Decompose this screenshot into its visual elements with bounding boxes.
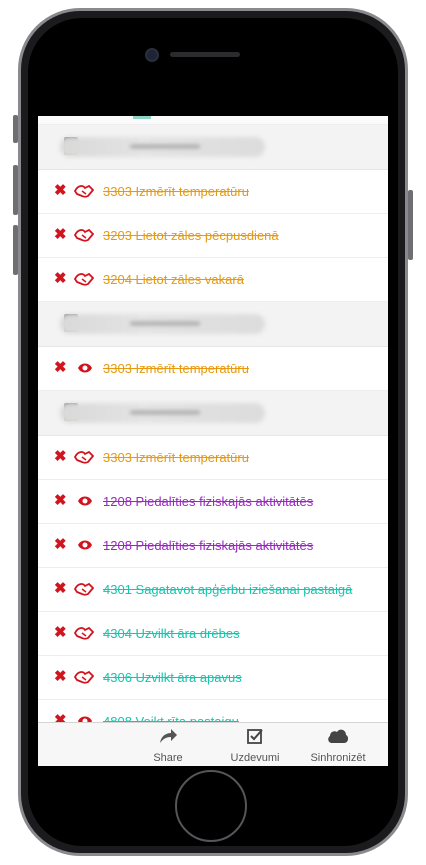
phone-volume-down — [13, 225, 18, 275]
handshake-icon — [74, 626, 94, 640]
task-label: 3203 Lietot zāles pēcpusdienā — [103, 228, 279, 243]
checkbox-icon — [247, 729, 263, 744]
eye-icon — [78, 496, 92, 506]
front-camera — [145, 48, 159, 62]
task-row[interactable]: ✖ 3203 Lietot zāles pēcpusdienā — [38, 214, 388, 258]
phone-side-button — [13, 115, 18, 143]
task-label: 4304 Uzvilkt āra drēbes — [103, 626, 240, 641]
handshake-icon — [74, 184, 94, 198]
group-header[interactable] — [38, 302, 388, 347]
delete-icon[interactable]: ✖ — [54, 182, 67, 200]
delete-icon[interactable]: ✖ — [54, 492, 67, 510]
task-label: 3303 Izmērīt temperatūru — [103, 450, 249, 465]
task-row[interactable]: ✖ 1208 Piedalīties fiziskajās aktivitātē… — [38, 480, 388, 524]
task-label: 1208 Piedalīties fiziskajās aktivitātēs — [103, 494, 314, 509]
cloud-icon — [328, 729, 349, 743]
delete-icon[interactable]: ✖ — [54, 624, 67, 642]
handshake-icon — [74, 450, 94, 464]
delete-icon[interactable]: ✖ — [54, 580, 67, 598]
tasks-tab[interactable]: Uzdevumi — [210, 727, 300, 764]
task-row[interactable]: ✖ 1208 Piedalīties fiziskajās aktivitātē… — [38, 524, 388, 568]
delete-icon[interactable]: ✖ — [54, 226, 67, 244]
eye-icon — [78, 363, 92, 373]
blurred-name — [60, 403, 265, 423]
blurred-name — [60, 314, 265, 334]
task-row[interactable]: ✖ 3303 Izmērīt temperatūru — [38, 170, 388, 214]
home-button[interactable] — [175, 770, 247, 842]
task-label: 3303 Izmērīt temperatūru — [103, 184, 249, 199]
task-row[interactable]: ✖ 3303 Izmērīt temperatūru — [38, 347, 388, 391]
list-item — [38, 116, 388, 125]
handshake-icon — [74, 670, 94, 684]
task-row[interactable]: ✖ 3204 Lietot zāles vakarā — [38, 258, 388, 302]
blurred-name — [60, 137, 265, 157]
task-label: 4306 Uzvilkt āra apavus — [103, 670, 242, 685]
delete-icon[interactable]: ✖ — [54, 536, 67, 554]
share-tab[interactable]: Share — [123, 727, 213, 764]
share-tab-label: Share — [153, 752, 183, 764]
phone-power-button — [408, 190, 413, 260]
group-header[interactable] — [38, 391, 388, 436]
tasks-tab-label: Uzdevumi — [230, 752, 280, 764]
sync-tab-label: Sinhronizēt — [310, 752, 366, 764]
handshake-icon — [74, 228, 94, 242]
task-list[interactable]: ✖ 3303 Izmērīt temperatūru ✖ 3203 Lietot… — [38, 116, 388, 744]
delete-icon[interactable]: ✖ — [54, 359, 67, 377]
task-row[interactable]: ✖ 4306 Uzvilkt āra apavus — [38, 656, 388, 700]
delete-icon[interactable]: ✖ — [54, 270, 67, 288]
task-label: 4301 Sagatavot apģērbu iziešanai pastaig… — [103, 582, 353, 597]
task-label: 3204 Lietot zāles vakarā — [103, 272, 244, 287]
task-row[interactable]: ✖ 4304 Uzvilkt āra drēbes — [38, 612, 388, 656]
share-arrow-icon — [160, 729, 177, 743]
sync-tab[interactable]: Sinhronizēt — [293, 727, 383, 764]
phone-volume-up — [13, 165, 18, 215]
app-screen: ✖ 3303 Izmērīt temperatūru ✖ 3203 Lietot… — [38, 116, 388, 766]
delete-icon[interactable]: ✖ — [54, 448, 67, 466]
group-header[interactable] — [38, 125, 388, 170]
task-label: 3303 Izmērīt temperatūru — [103, 361, 249, 376]
earpiece-speaker — [170, 52, 240, 57]
delete-icon[interactable]: ✖ — [54, 668, 67, 686]
eye-icon — [78, 540, 92, 550]
handshake-icon — [74, 272, 94, 286]
task-row[interactable]: ✖ 3303 Izmērīt temperatūru — [38, 436, 388, 480]
bottom-tab-bar: Share Uzdevumi Sinhronizēt — [38, 722, 388, 766]
handshake-icon — [74, 582, 94, 596]
task-row[interactable]: ✖ 4301 Sagatavot apģērbu iziešanai pasta… — [38, 568, 388, 612]
task-label: 1208 Piedalīties fiziskajās aktivitātēs — [103, 538, 314, 553]
